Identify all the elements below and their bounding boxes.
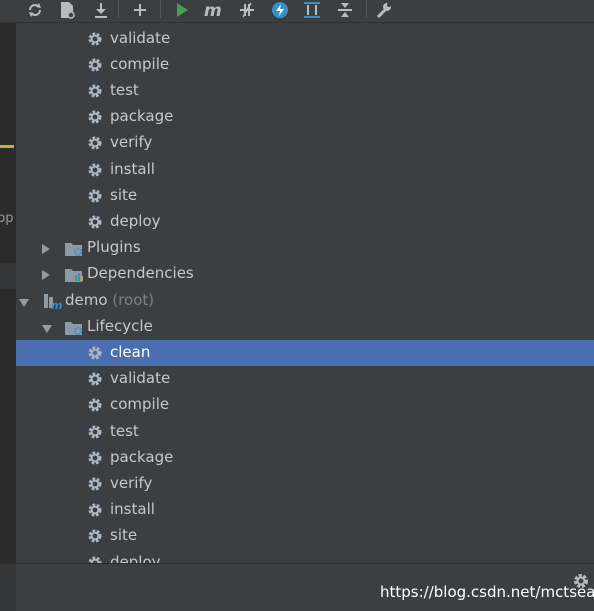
project-row[interactable]: m demo (root): [16, 288, 594, 314]
dependencies-folder-icon: [64, 267, 84, 287]
gear-icon: [87, 31, 103, 51]
cut-off-label: pp: [0, 211, 14, 226]
lifecycle-goal-row[interactable]: verify: [16, 130, 594, 156]
settings-gear-icon[interactable]: [572, 572, 590, 594]
lifecycle-goal-row[interactable]: site: [16, 523, 594, 549]
svg-text:m: m: [51, 299, 62, 310]
left-row-band: [0, 263, 16, 289]
goal-label: install: [110, 500, 155, 519]
bottom-bar: https://blog.csdn.net/mctsean: [0, 563, 594, 611]
project-label: demo (root): [65, 290, 155, 309]
goal-label: test: [110, 80, 139, 99]
expand-arrow-icon[interactable]: [42, 270, 50, 281]
goal-label: deploy: [110, 552, 161, 564]
folder-row[interactable]: Dependencies: [16, 261, 594, 287]
folder-label: Plugins: [87, 238, 141, 257]
lifecycle-goal-row[interactable]: deploy: [16, 550, 594, 564]
maven-project-icon: m: [42, 292, 62, 314]
gear-icon: [87, 162, 103, 182]
goal-label: validate: [110, 28, 171, 47]
gear-icon: [87, 371, 103, 391]
expand-arrow-icon[interactable]: [42, 244, 50, 255]
gear-icon: [87, 188, 103, 208]
collapse-arrow-icon[interactable]: [42, 324, 52, 333]
goal-label: verify: [110, 133, 153, 152]
lifecycle-goal-row[interactable]: deploy: [16, 209, 594, 235]
generate-sources-icon[interactable]: [55, 0, 79, 20]
gear-icon: [87, 109, 103, 129]
lifecycle-goal-row[interactable]: compile: [16, 52, 594, 78]
goal-label: test: [110, 421, 139, 440]
folder-label: Dependencies: [87, 264, 194, 283]
goal-label: package: [110, 107, 174, 126]
execute-goal-icon[interactable]: m: [202, 0, 226, 20]
toggle-offline-icon[interactable]: [235, 0, 259, 20]
show-dependencies-icon[interactable]: [300, 0, 324, 20]
goal-label: deploy: [110, 211, 161, 230]
toolbar-separator: [118, 0, 119, 18]
goal-label: validate: [110, 369, 171, 388]
gear-icon: [87, 450, 103, 470]
lifecycle-goal-row[interactable]: install: [16, 157, 594, 183]
toolbar-separator: [366, 0, 367, 18]
watermark: https://blog.csdn.net/mctsean: [380, 583, 594, 601]
maven-toolbar: m: [0, 0, 594, 23]
gear-icon: [87, 83, 103, 103]
folder-row[interactable]: Lifecycle: [16, 314, 594, 340]
goal-label: clean: [110, 342, 151, 361]
maven-projects-tree[interactable]: validate compile test package verify install s…: [16, 23, 594, 563]
goal-label: compile: [110, 395, 170, 414]
folder-label: Lifecycle: [87, 316, 153, 335]
lifecycle-goal-row[interactable]: test: [16, 78, 594, 104]
left-panel-edge: pp: [0, 23, 16, 563]
plugins-folder-icon: [64, 241, 84, 261]
goal-label: compile: [110, 54, 170, 73]
download-icon[interactable]: [89, 0, 113, 20]
gear-icon: [87, 424, 103, 444]
gear-icon: [87, 397, 103, 417]
add-icon[interactable]: [128, 0, 152, 20]
folder-row[interactable]: Plugins: [16, 235, 594, 261]
lifecycle-goal-row[interactable]: package: [16, 445, 594, 471]
collapse-all-icon[interactable]: [333, 0, 357, 20]
gear-icon: [87, 57, 103, 77]
svg-text:m: m: [204, 1, 222, 19]
gear-icon: [87, 502, 103, 522]
lifecycle-goal-row[interactable]: verify: [16, 471, 594, 497]
collapse-arrow-icon[interactable]: [19, 298, 29, 307]
gear-icon: [87, 476, 103, 496]
lifecycle-goal-row[interactable]: validate: [16, 366, 594, 392]
lifecycle-goal-row[interactable]: clean: [16, 339, 594, 366]
gear-icon: [87, 528, 103, 548]
goal-label: package: [110, 447, 174, 466]
run-icon[interactable]: [170, 0, 194, 20]
gear-icon: [87, 555, 103, 563]
skip-tests-icon[interactable]: [268, 0, 292, 20]
lifecycle-goal-row[interactable]: test: [16, 419, 594, 445]
lifecycle-goal-row[interactable]: package: [16, 104, 594, 130]
lifecycle-goal-row[interactable]: install: [16, 497, 594, 523]
lifecycle-goal-row[interactable]: validate: [16, 26, 594, 52]
lifecycle-goal-row[interactable]: site: [16, 183, 594, 209]
bottom-left-strip: [0, 564, 16, 611]
goal-label: install: [110, 159, 155, 178]
gear-icon: [87, 345, 103, 365]
active-tab-marker: [0, 145, 14, 148]
settings-wrench-icon[interactable]: [372, 0, 396, 20]
gear-icon: [87, 214, 103, 234]
goal-label: site: [110, 526, 138, 545]
goal-label: site: [110, 185, 138, 204]
toolbar-separator: [160, 0, 161, 18]
gear-icon: [87, 135, 103, 155]
reimport-icon[interactable]: [23, 0, 47, 20]
lifecycle-folder-icon: [64, 320, 84, 340]
goal-label: verify: [110, 473, 153, 492]
lifecycle-goal-row[interactable]: compile: [16, 392, 594, 418]
